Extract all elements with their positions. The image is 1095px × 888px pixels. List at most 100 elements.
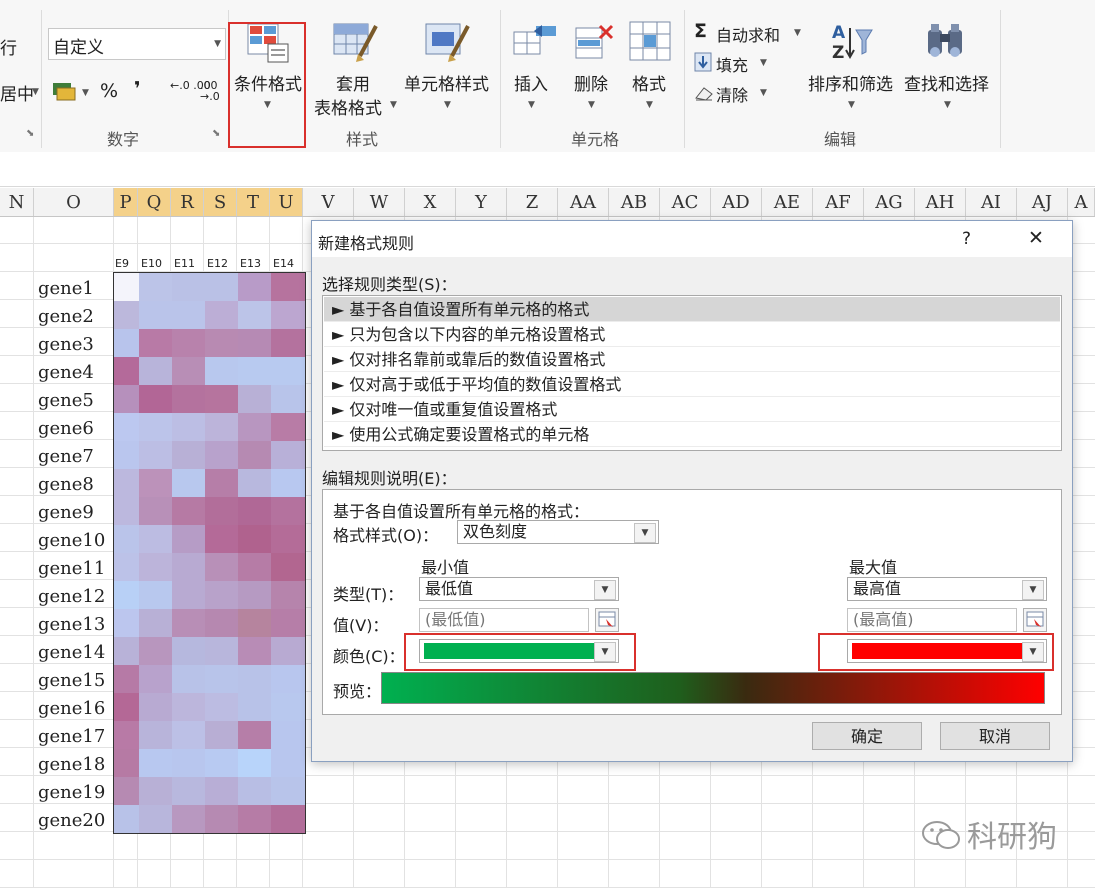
group-cells-label: 单元格 bbox=[570, 130, 619, 149]
gene-label[interactable]: gene2 bbox=[38, 306, 94, 327]
column-header-ab[interactable]: AB bbox=[609, 188, 660, 216]
gene-label[interactable]: gene10 bbox=[38, 530, 105, 551]
rule-type-item[interactable]: ► 只为包含以下内容的单元格设置格式 bbox=[324, 322, 1060, 347]
fill-button[interactable]: 填充 ▼ bbox=[692, 50, 772, 75]
column-header-r[interactable]: R bbox=[171, 188, 204, 216]
format-as-table-button[interactable]: 套用 表格格式 ▼ bbox=[312, 20, 398, 130]
currency-icon[interactable] bbox=[52, 80, 78, 102]
number-launcher-icon[interactable]: ⬊ bbox=[212, 128, 220, 139]
edit-rule-label: 编辑规则说明(E)： bbox=[322, 469, 457, 488]
close-button[interactable]: ✕ bbox=[1028, 227, 1044, 249]
gene-label[interactable]: gene12 bbox=[38, 586, 105, 607]
chevron-down-icon: ▼ bbox=[1022, 580, 1044, 600]
value-label: 值(V)： bbox=[333, 616, 389, 635]
gene-label[interactable]: gene16 bbox=[38, 698, 105, 719]
clear-button[interactable]: 清除 ▼ bbox=[692, 80, 772, 105]
rule-type-item[interactable]: ► 仅对排名靠前或靠后的数值设置格式 bbox=[324, 347, 1060, 372]
rule-type-item[interactable]: ► 仅对高于或低于平均值的数值设置格式 bbox=[324, 372, 1060, 397]
rule-type-label: 选择规则类型(S)： bbox=[322, 275, 457, 294]
max-value-input[interactable]: (最高值) bbox=[847, 608, 1017, 632]
currency-dropdown-icon[interactable]: ▼ bbox=[82, 88, 89, 98]
gene-label[interactable]: gene1 bbox=[38, 278, 94, 299]
format-as-table-label-bottom: 表格格式 bbox=[314, 99, 382, 119]
column-header-z[interactable]: Z bbox=[507, 188, 558, 216]
gene-label[interactable]: gene8 bbox=[38, 474, 94, 495]
max-range-picker-icon[interactable] bbox=[1023, 608, 1047, 632]
column-header-t[interactable]: T bbox=[237, 188, 270, 216]
format-style-select[interactable]: 双色刻度 ▼ bbox=[457, 520, 659, 544]
sort-filter-button[interactable]: AZ 排序和筛选 ▼ bbox=[806, 20, 900, 130]
column-header-w[interactable]: W bbox=[354, 188, 405, 216]
new-format-rule-dialog: 新建格式规则 ? ✕ 选择规则类型(S)： ► 基于各自值设置所有单元格的格式 ►… bbox=[311, 220, 1073, 762]
wrap-text-partial[interactable]: 行 bbox=[0, 34, 17, 59]
min-range-picker-icon[interactable] bbox=[595, 608, 619, 632]
column-header-aj[interactable]: AJ bbox=[1017, 188, 1068, 216]
max-header: 最大值 bbox=[849, 558, 898, 577]
column-header-y[interactable]: Y bbox=[456, 188, 507, 216]
gene-label[interactable]: gene17 bbox=[38, 726, 105, 747]
min-header: 最小值 bbox=[421, 558, 470, 577]
gene-label[interactable]: gene4 bbox=[38, 362, 94, 383]
column-header-n[interactable]: N bbox=[0, 188, 34, 216]
insert-button[interactable]: 插入 ▼ bbox=[508, 20, 560, 130]
column-header-u[interactable]: U bbox=[270, 188, 303, 216]
delete-button[interactable]: 删除 ▼ bbox=[568, 20, 620, 130]
column-header-ah[interactable]: AH bbox=[915, 188, 966, 216]
gene-label[interactable]: gene11 bbox=[38, 558, 105, 579]
cancel-button[interactable]: 取消 bbox=[940, 722, 1050, 750]
column-header-a[interactable]: A bbox=[1068, 188, 1095, 216]
column-header-af[interactable]: AF bbox=[813, 188, 864, 216]
number-format-dropdown[interactable]: 自定义 ▼ bbox=[48, 28, 226, 60]
find-select-button[interactable]: 查找和选择 ▼ bbox=[902, 20, 996, 130]
column-header-ae[interactable]: AE bbox=[762, 188, 813, 216]
column-header-v[interactable]: V bbox=[303, 188, 354, 216]
gene-label[interactable]: gene13 bbox=[38, 614, 105, 635]
gene-label[interactable]: gene3 bbox=[38, 334, 94, 355]
grid-line bbox=[0, 859, 1095, 860]
rule-type-item[interactable]: ► 使用公式确定要设置格式的单元格 bbox=[324, 422, 1060, 447]
percent-button[interactable]: % bbox=[100, 80, 118, 102]
format-button[interactable]: 格式 ▼ bbox=[626, 20, 678, 130]
rule-type-item[interactable]: ► 基于各自值设置所有单元格的格式 bbox=[324, 297, 1060, 322]
max-type-select[interactable]: 最高值 ▼ bbox=[847, 577, 1047, 601]
merge-dropdown-icon[interactable]: ▼ bbox=[32, 87, 39, 97]
autosum-button[interactable]: Σ 自动求和 ▼ bbox=[692, 20, 806, 45]
gene-label[interactable]: gene6 bbox=[38, 418, 94, 439]
column-header-ad[interactable]: AD bbox=[711, 188, 762, 216]
column-header-x[interactable]: X bbox=[405, 188, 456, 216]
column-header-s[interactable]: S bbox=[204, 188, 237, 216]
column-header-ai[interactable]: AI bbox=[966, 188, 1017, 216]
gene-label[interactable]: gene19 bbox=[38, 782, 105, 803]
alignment-launcher-icon[interactable]: ⬊ bbox=[26, 128, 34, 139]
help-button[interactable]: ? bbox=[962, 229, 971, 249]
comma-style-button[interactable]: ❜ bbox=[134, 78, 141, 100]
decrease-decimal-button[interactable]: .00 →.0 bbox=[200, 80, 222, 102]
column-header-aa[interactable]: AA bbox=[558, 188, 609, 216]
gene-label[interactable]: gene14 bbox=[38, 642, 105, 663]
rule-type-item[interactable]: ► 仅对唯一值或重复值设置格式 bbox=[324, 397, 1060, 422]
min-type-select[interactable]: 最低值 ▼ bbox=[419, 577, 619, 601]
chevron-down-icon: ▼ bbox=[588, 100, 595, 110]
min-color-highlight bbox=[404, 633, 636, 671]
gene-label[interactable]: gene7 bbox=[38, 446, 94, 467]
fill-label: 填充 bbox=[716, 56, 749, 75]
min-value-input[interactable]: (最低值) bbox=[419, 608, 589, 632]
column-header-ac[interactable]: AC bbox=[660, 188, 711, 216]
gene-label[interactable]: gene20 bbox=[38, 810, 105, 831]
gene-label[interactable]: gene9 bbox=[38, 502, 94, 523]
separator bbox=[41, 10, 42, 148]
dialog-titlebar[interactable]: 新建格式规则 ? ✕ bbox=[312, 221, 1072, 257]
merge-center-partial[interactable]: 居中 bbox=[0, 80, 34, 105]
column-header-p[interactable]: P bbox=[114, 188, 138, 216]
rule-type-list[interactable]: ► 基于各自值设置所有单元格的格式 ► 只为包含以下内容的单元格设置格式 ► 仅对排… bbox=[322, 295, 1062, 451]
ok-button[interactable]: 确定 bbox=[812, 722, 922, 750]
column-header-o[interactable]: O bbox=[34, 188, 114, 216]
sort-az-filter-icon: AZ bbox=[830, 20, 874, 68]
column-header-q[interactable]: Q bbox=[138, 188, 171, 216]
preview-label: 预览： bbox=[333, 682, 382, 701]
gene-label[interactable]: gene18 bbox=[38, 754, 105, 775]
gene-label[interactable]: gene5 bbox=[38, 390, 94, 411]
column-header-ag[interactable]: AG bbox=[864, 188, 915, 216]
gene-label[interactable]: gene15 bbox=[38, 670, 105, 691]
cell-styles-button[interactable]: 单元格样式 ▼ bbox=[402, 20, 498, 130]
